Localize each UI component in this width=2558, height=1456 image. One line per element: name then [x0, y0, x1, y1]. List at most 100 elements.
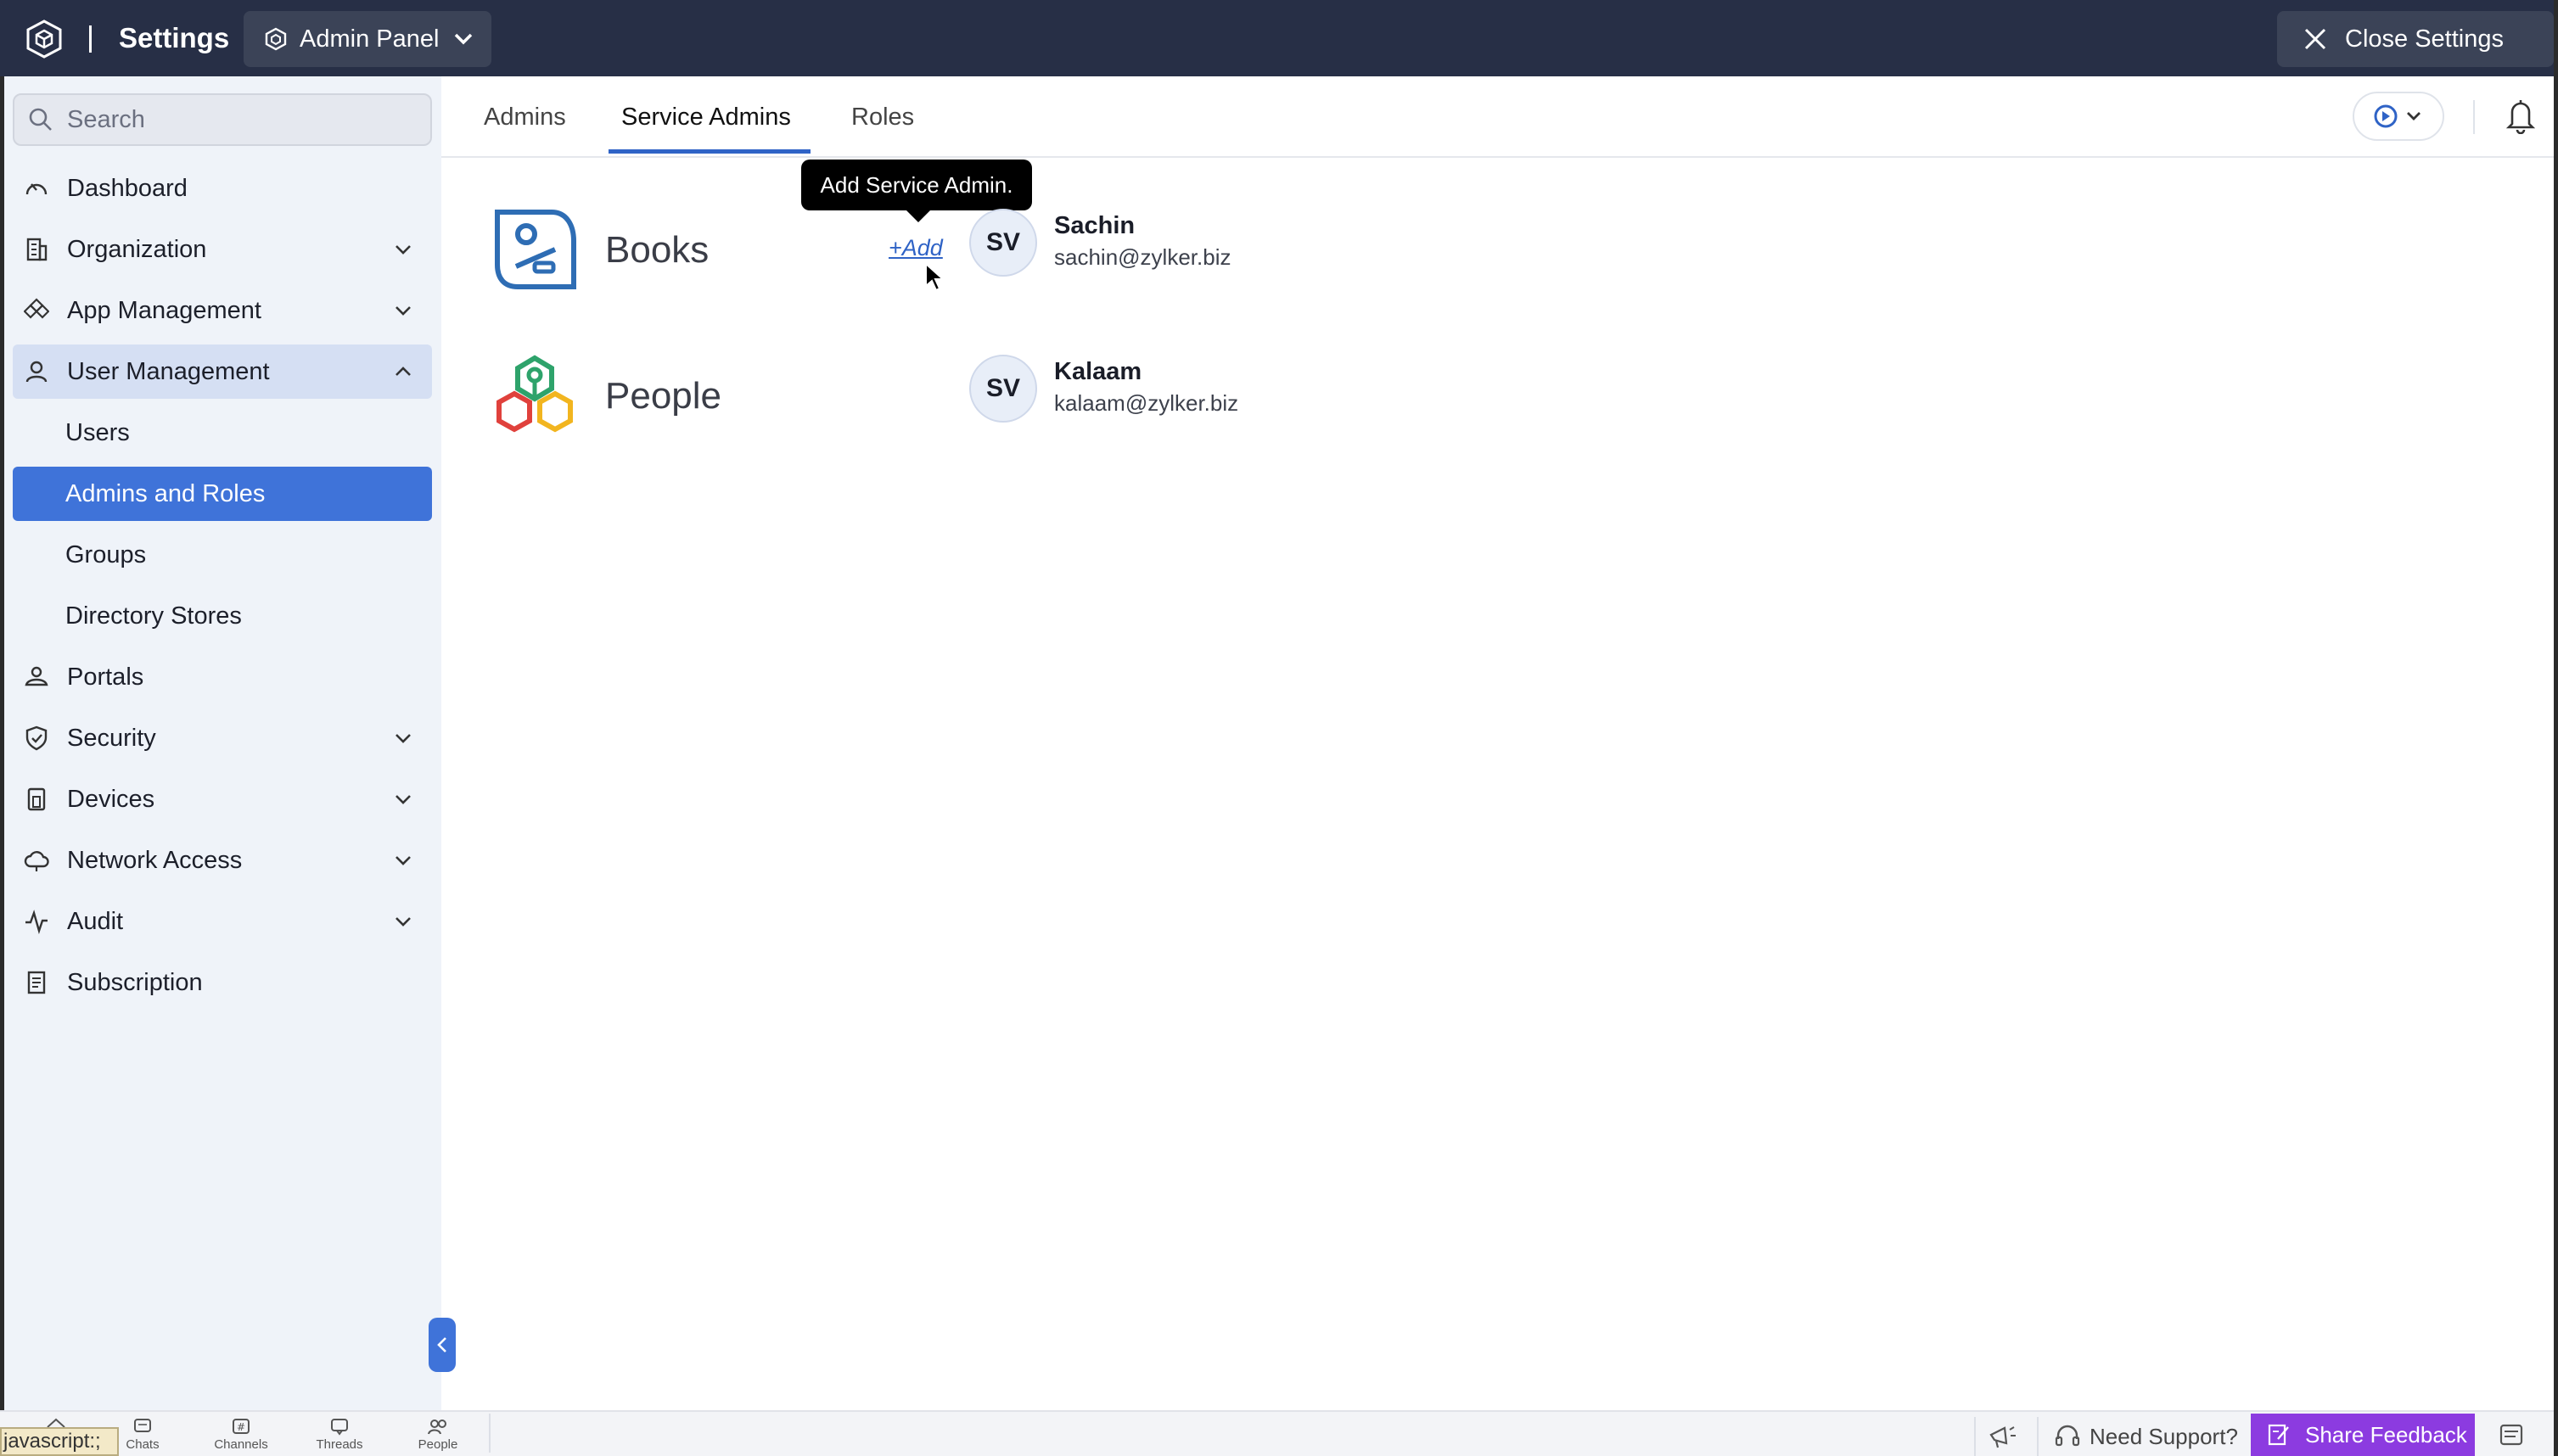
bottom-app-label: Threads [316, 1437, 363, 1452]
svg-text:#: # [237, 1421, 245, 1433]
dashboard-gauge-icon [25, 183, 48, 195]
need-support-button[interactable]: Need Support? [2037, 1417, 2247, 1456]
sidebar-item-label: Admins and Roles [65, 479, 266, 507]
admin-email: kalaam@zylker.biz [1054, 390, 1239, 416]
collapse-sidebar-button[interactable] [429, 1318, 456, 1372]
apps-icon [24, 298, 49, 319]
avatar[interactable]: SV [969, 209, 1037, 277]
search-placeholder: Search [67, 105, 145, 133]
tray-icon[interactable] [2497, 1420, 2526, 1449]
chevron-down-icon [395, 917, 411, 927]
chevron-down-icon [395, 306, 411, 316]
sidebar: Search Dashboard Organization App Manage… [0, 76, 441, 1410]
bottom-app-channels[interactable]: # Channels [214, 1417, 268, 1454]
close-settings-button[interactable]: Close Settings [2277, 11, 2554, 67]
tab-roles[interactable]: Roles [851, 104, 914, 132]
sidebar-item-label: User Management [67, 357, 270, 385]
threads-icon [331, 1419, 348, 1436]
books-logo [495, 210, 576, 289]
status-bar-link-preview: javascript:; [0, 1427, 119, 1456]
sidebar-item-label: Users [65, 418, 130, 446]
sidebar-item-security[interactable]: Security [13, 711, 432, 765]
admin-panel-selector[interactable]: Admin Panel [244, 11, 491, 67]
sidebar-item-portals[interactable]: Portals [13, 650, 432, 704]
sidebar-item-subscription[interactable]: Subscription [13, 955, 432, 1010]
sidebar-item-user-management[interactable]: User Management [13, 344, 432, 399]
sidebar-item-label: Organization [67, 235, 207, 263]
active-tab-indicator [609, 149, 811, 154]
announcement-button[interactable] [1974, 1417, 2030, 1456]
sidebar-item-groups[interactable]: Groups [13, 528, 432, 582]
chevron-down-icon [395, 245, 411, 255]
sidebar-item-label: Devices [67, 785, 155, 813]
chevron-down-icon [395, 856, 411, 865]
top-bar: Settings Admin Panel Close Settings [0, 0, 2558, 76]
search-input[interactable]: Search [13, 93, 432, 146]
bottom-app-label: People [418, 1437, 458, 1452]
hash-icon: # [233, 1419, 250, 1434]
admin-panel-label: Admin Panel [300, 25, 440, 53]
tooltip: Add Service Admin. [801, 160, 1032, 222]
tab-service-admins[interactable]: Service Admins [621, 104, 791, 132]
bottom-app-label: Channels [214, 1437, 268, 1452]
service-name: Books [605, 229, 710, 271]
settings-page: Settings Admin Panel Close Settings Sear… [0, 0, 2558, 1456]
chevron-down-icon [455, 33, 473, 45]
avatar[interactable]: SV [969, 355, 1037, 423]
window-frame [2554, 0, 2558, 1456]
shield-icon [25, 725, 48, 751]
toolbar-divider [2473, 100, 2475, 134]
sidebar-item-network-access[interactable]: Network Access [13, 833, 432, 888]
header-divider [89, 25, 92, 53]
people-icon [428, 1420, 446, 1435]
user-icon [25, 361, 48, 383]
sidebar-item-label: Subscription [67, 968, 203, 996]
sidebar-item-organization[interactable]: Organization [13, 222, 432, 277]
hexagon-icon [265, 27, 287, 51]
receipt-icon [27, 971, 46, 994]
service-row-people: People [492, 351, 968, 445]
search-icon [29, 108, 52, 131]
sidebar-item-app-management[interactable]: App Management [13, 283, 432, 338]
megaphone-icon [1989, 1426, 2016, 1448]
sidebar-item-devices[interactable]: Devices [13, 772, 432, 826]
sidebar-item-audit[interactable]: Audit [13, 894, 432, 949]
page-title: Settings [119, 22, 230, 53]
mouse-cursor-icon [925, 262, 945, 292]
chevron-left-icon [437, 1337, 446, 1352]
sidebar-item-label: Directory Stores [65, 602, 242, 630]
building-icon [26, 238, 48, 261]
add-service-admin-link[interactable]: +Add [889, 235, 943, 261]
close-settings-label: Close Settings [2345, 25, 2504, 53]
sidebar-item-dashboard[interactable]: Dashboard [13, 161, 432, 216]
share-feedback-button[interactable]: Share Feedback [2251, 1414, 2475, 1456]
chevron-down-icon [395, 795, 411, 804]
view-switcher-button[interactable] [2353, 92, 2444, 141]
sidebar-item-label: Network Access [67, 846, 243, 874]
notification-bell-icon[interactable] [2505, 97, 2536, 134]
people-logo [496, 355, 573, 433]
sidebar-item-directory-stores[interactable]: Directory Stores [13, 589, 432, 643]
sidebar-item-label: Audit [67, 907, 124, 935]
app-logo-icon[interactable] [24, 19, 65, 59]
bottom-app-people[interactable]: People [412, 1417, 463, 1454]
feedback-edit-icon [2268, 1424, 2289, 1446]
sidebar-item-label: Dashboard [67, 174, 188, 202]
sidebar-item-admins-and-roles[interactable]: Admins and Roles [13, 467, 432, 521]
sidebar-item-users[interactable]: Users [13, 406, 432, 460]
bottom-bar-divider [489, 1414, 491, 1453]
sidebar-item-label: Groups [65, 540, 147, 568]
cloud-icon [24, 851, 49, 871]
admin-name: Kalaam [1054, 358, 1142, 385]
sidebar-item-label: App Management [67, 296, 261, 324]
chat-icon [134, 1419, 151, 1432]
need-support-label: Need Support? [2090, 1423, 2238, 1449]
bottom-app-threads[interactable]: Threads [314, 1417, 365, 1454]
bottom-app-chats[interactable]: Chats [117, 1417, 168, 1454]
tab-admins[interactable]: Admins [484, 104, 566, 132]
sidebar-item-label: Security [67, 724, 156, 752]
share-feedback-label: Share Feedback [2305, 1421, 2467, 1448]
devices-icon [27, 787, 46, 811]
bottom-app-label: Chats [126, 1437, 160, 1452]
pulse-icon [25, 910, 48, 934]
